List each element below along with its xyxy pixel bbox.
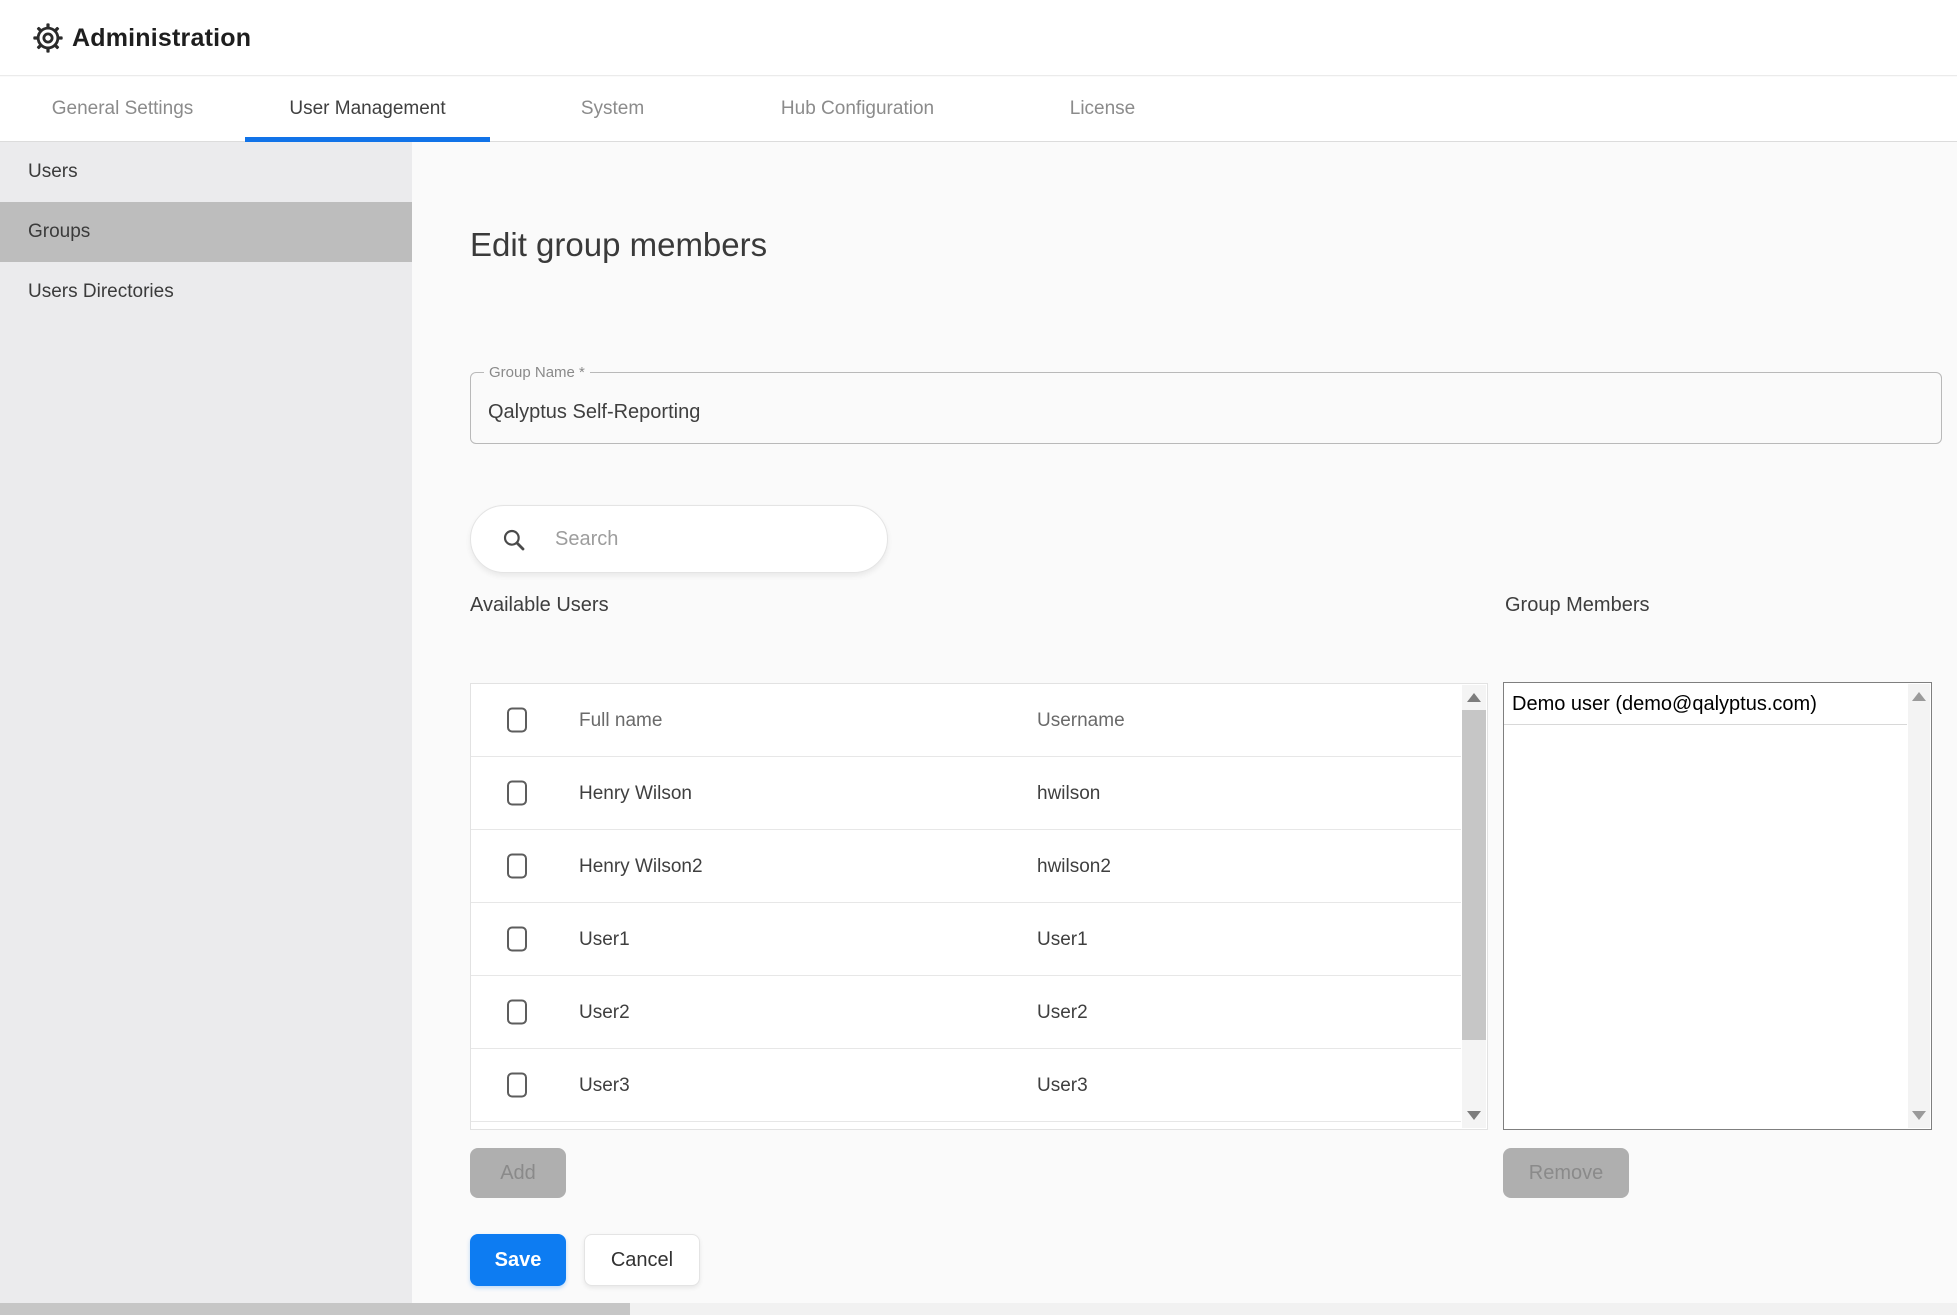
tab-general-settings[interactable]: General Settings xyxy=(0,77,245,141)
row-checkbox[interactable] xyxy=(507,926,527,952)
table-row: Henry Wilson2 hwilson2 xyxy=(471,830,1461,903)
scroll-up-arrow-icon[interactable] xyxy=(1467,693,1481,702)
table-scrollbar-thumb[interactable] xyxy=(1462,710,1486,1040)
full-name-cell: User1 xyxy=(579,929,630,950)
cancel-button[interactable]: Cancel xyxy=(584,1234,700,1286)
column-header-username: Username xyxy=(1037,710,1125,731)
listbox-scrollbar[interactable] xyxy=(1908,684,1930,1128)
horizontal-scrollbar[interactable] xyxy=(0,1303,1957,1315)
group-member-item[interactable]: Demo user (demo@qalyptus.com) xyxy=(1504,683,1907,725)
search-input[interactable] xyxy=(555,507,855,571)
group-name-input[interactable] xyxy=(488,373,1918,443)
app-header: Administration xyxy=(0,0,1957,76)
table-row: Henry Wilson hwilson xyxy=(471,757,1461,830)
username-cell: User1 xyxy=(1037,929,1088,950)
horizontal-scrollbar-thumb[interactable] xyxy=(0,1303,630,1315)
row-checkbox[interactable] xyxy=(507,853,527,879)
listbox-scroll-up-arrow-icon[interactable] xyxy=(1912,692,1926,701)
table-row: User1 User1 xyxy=(471,903,1461,976)
main-content: Edit group members Group Name * Availabl… xyxy=(412,142,1957,1315)
group-members-items: Demo user (demo@qalyptus.com) xyxy=(1504,683,1931,725)
add-button[interactable]: Add xyxy=(470,1148,566,1198)
sidebar: Users Groups Users Directories xyxy=(0,142,412,1315)
page-title: Edit group members xyxy=(470,226,768,263)
available-users-title: Available Users xyxy=(470,594,609,616)
administration-app: Administration General Settings User Mana… xyxy=(0,0,1957,1315)
table-scrollbar[interactable] xyxy=(1462,685,1486,1128)
tab-license[interactable]: License xyxy=(980,77,1225,141)
full-name-cell: User2 xyxy=(579,1002,630,1023)
tab-bar: General Settings User Management System Hub… xyxy=(0,77,1957,142)
gear-icon xyxy=(32,22,64,54)
table-row: User3 User3 xyxy=(471,1049,1461,1122)
group-members-listbox[interactable]: Demo user (demo@qalyptus.com) xyxy=(1503,682,1932,1130)
scroll-down-arrow-icon[interactable] xyxy=(1467,1111,1481,1120)
app-title: Administration xyxy=(72,24,252,52)
available-users-rows: Full name Username Henry Wilson hwilson … xyxy=(471,684,1461,1129)
tab-system[interactable]: System xyxy=(490,77,735,141)
row-checkbox[interactable] xyxy=(507,999,527,1025)
username-cell: hwilson2 xyxy=(1037,856,1111,877)
username-cell: hwilson xyxy=(1037,783,1101,804)
group-members-title: Group Members xyxy=(1505,594,1650,616)
select-all-checkbox[interactable] xyxy=(507,707,527,733)
column-header-full-name: Full name xyxy=(579,710,663,731)
search-box[interactable] xyxy=(470,505,888,573)
available-users-table: Full name Username Henry Wilson hwilson … xyxy=(470,683,1488,1130)
table-row: User2 User2 xyxy=(471,976,1461,1049)
sidebar-item-groups[interactable]: Groups xyxy=(0,202,412,262)
remove-button[interactable]: Remove xyxy=(1503,1148,1629,1198)
search-icon xyxy=(503,529,525,551)
full-name-cell: Henry Wilson2 xyxy=(579,856,703,877)
tab-user-management[interactable]: User Management xyxy=(245,77,490,142)
sidebar-item-users-directories[interactable]: Users Directories xyxy=(0,262,412,322)
row-checkbox[interactable] xyxy=(507,780,527,806)
group-name-field[interactable]: Group Name * xyxy=(470,364,1942,444)
tab-hub-configuration[interactable]: Hub Configuration xyxy=(735,77,980,141)
full-name-cell: Henry Wilson xyxy=(579,783,692,804)
username-cell: User3 xyxy=(1037,1075,1088,1096)
listbox-scroll-down-arrow-icon[interactable] xyxy=(1912,1111,1926,1120)
save-button[interactable]: Save xyxy=(470,1234,566,1286)
sidebar-item-users[interactable]: Users xyxy=(0,142,412,202)
full-name-cell: User3 xyxy=(579,1075,630,1096)
username-cell: User2 xyxy=(1037,1002,1088,1023)
table-header-row: Full name Username xyxy=(471,684,1461,757)
row-checkbox[interactable] xyxy=(507,1072,527,1098)
